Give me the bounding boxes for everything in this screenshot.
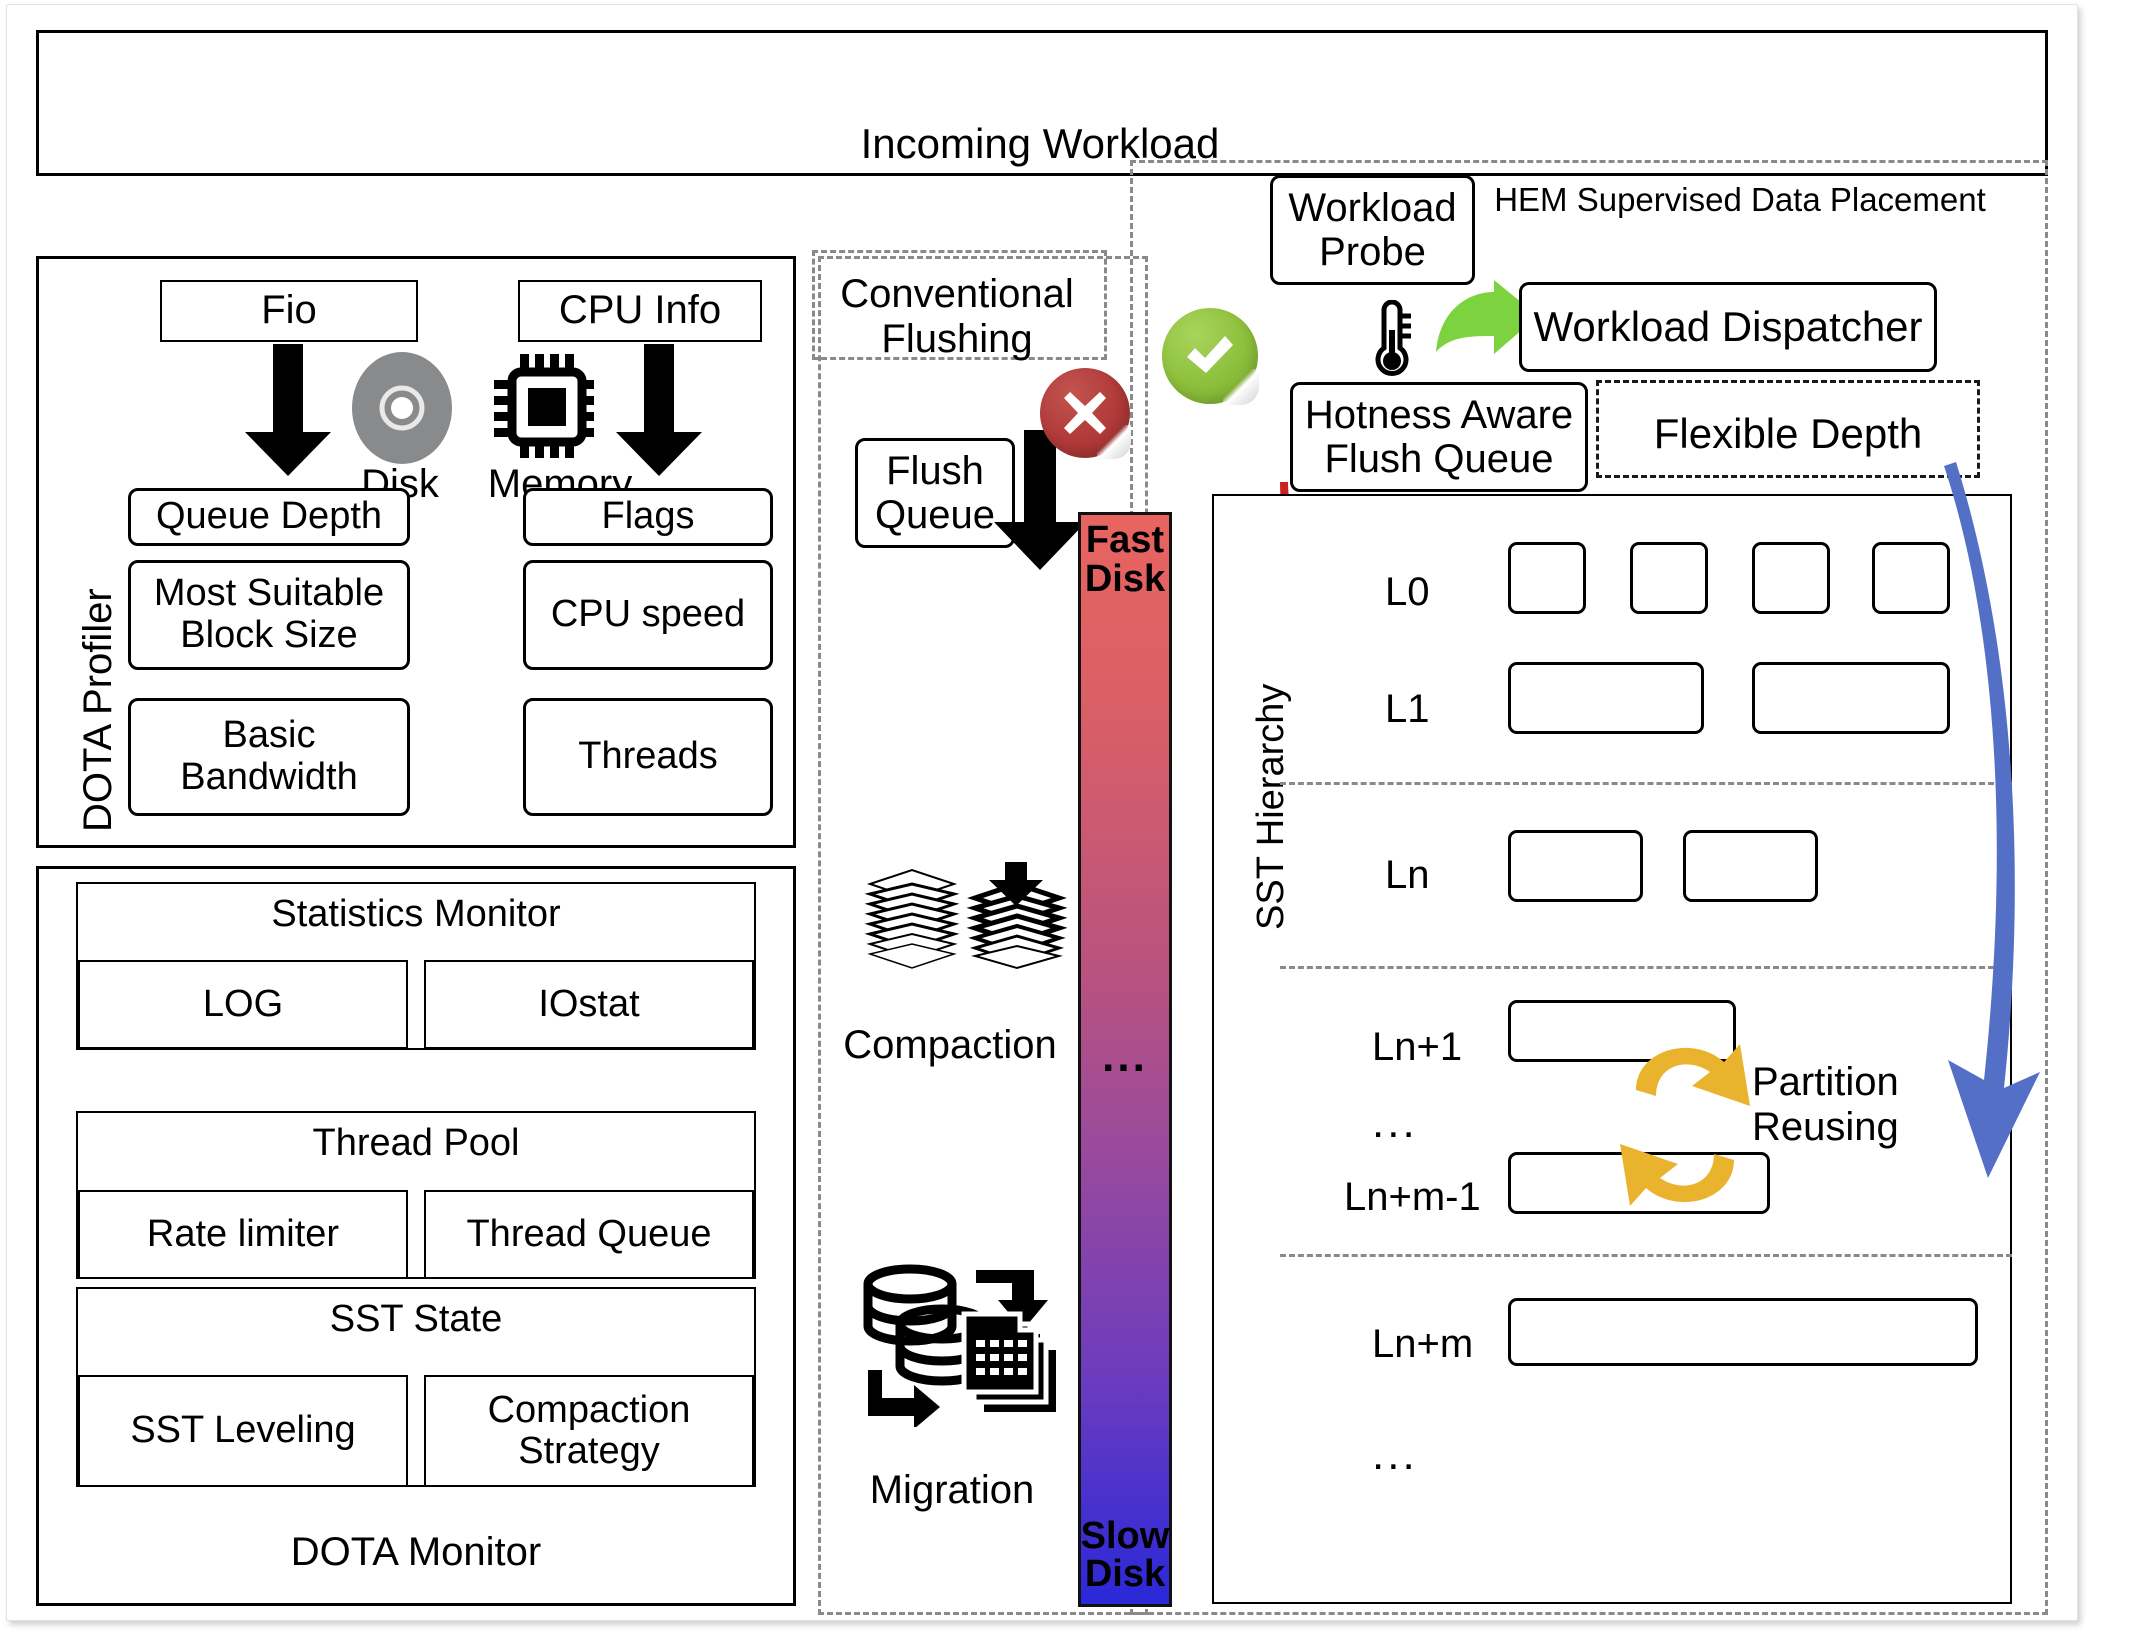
hem-region-label: HEM Supervised Data Placement xyxy=(1494,181,1986,218)
monitor-group-statistics-title: Statistics Monitor xyxy=(271,893,561,935)
profiler-arrow-left-icon xyxy=(245,344,331,476)
sst-cell-lnm-1 xyxy=(1508,1298,1978,1366)
monitor-item-log-label: LOG xyxy=(202,982,284,1025)
disk-bar-ellipsis: ... xyxy=(1102,1032,1148,1082)
database-transfer-icon xyxy=(863,1264,1056,1427)
monitor-item-compaction-strategy-label: Compaction Strategy xyxy=(487,1388,691,1472)
flexible-depth-label: Flexible Depth xyxy=(1653,410,1923,457)
sst-cell-l0-1 xyxy=(1508,542,1586,614)
monitor-item-compaction-strategy: Compaction Strategy xyxy=(424,1375,754,1487)
sst-cell-l0-3 xyxy=(1752,542,1830,614)
slow-disk-label: Slow Disk xyxy=(1080,1514,1170,1596)
diagram-canvas: Incoming Workload HEM Supervised Data Pl… xyxy=(0,0,2137,1639)
profiler-source-cpu-info: CPU Info xyxy=(518,280,762,342)
workload-probe-box: Workload Probe xyxy=(1270,175,1475,285)
profiler-output-bandwidth: Basic Bandwidth xyxy=(128,698,410,816)
sst-cell-l0-2 xyxy=(1630,542,1708,614)
monitor-item-sst-leveling-label: SST Leveling xyxy=(130,1409,356,1452)
monitor-item-rate-limiter-label: Rate limiter xyxy=(146,1212,340,1255)
workload-dispatcher-label: Workload Dispatcher xyxy=(1533,302,1923,350)
compaction-label: Compaction xyxy=(843,1023,1057,1067)
sst-level-label-ln: Ln xyxy=(1385,853,1430,897)
disk-platter-icon xyxy=(352,352,452,464)
monitor-item-rate-limiter: Rate limiter xyxy=(78,1190,408,1279)
memory-chip-icon xyxy=(494,354,594,458)
sticker-curl-red xyxy=(1096,424,1131,459)
sst-level-ellipsis-mid: ... xyxy=(1372,1098,1418,1147)
sst-hierarchy-label: SST Hierarchy xyxy=(1250,683,1292,930)
thermometer-icon xyxy=(1375,300,1411,376)
sst-cell-ln-2 xyxy=(1683,830,1818,902)
monitor-item-log: LOG xyxy=(78,960,408,1049)
sst-cell-l1-1 xyxy=(1508,662,1704,734)
sst-level-label-lnm1: Ln+m-1 xyxy=(1344,1175,1481,1219)
circle-x-sticker xyxy=(1040,368,1131,459)
sst-level-label-ln1: Ln+1 xyxy=(1372,1025,1463,1069)
monitor-group-sst-state-title: SST State xyxy=(329,1298,503,1340)
flush-queue-label: Flush Queue xyxy=(874,449,996,537)
profiler-output-cpu-speed: CPU speed xyxy=(523,560,773,670)
hotness-aware-flush-queue-label: Hotness Aware Flush Queue xyxy=(1304,393,1574,481)
recycle-arrows-icon xyxy=(1620,1044,1750,1206)
profiler-arrow-right-icon xyxy=(616,344,702,476)
profiler-output-bandwidth-label: Basic Bandwidth xyxy=(180,714,358,798)
flush-queue-box: Flush Queue xyxy=(855,438,1015,548)
profiler-source-cpu-info-label: CPU Info xyxy=(558,288,722,333)
monitor-item-thread-queue-label: Thread Queue xyxy=(466,1212,712,1255)
hotness-aware-flush-queue-box: Hotness Aware Flush Queue xyxy=(1290,382,1588,492)
dota-profiler-label: DOTA Profiler xyxy=(76,588,120,832)
dota-monitor-footer-label: DOTA Monitor xyxy=(290,1530,542,1574)
disk-speed-gradient-bar: Fast Disk ... Slow Disk xyxy=(1078,512,1172,1607)
curved-arrow-blue-icon xyxy=(1944,462,2040,1178)
stacked-layers-icon xyxy=(864,862,1067,970)
profiler-output-block-size-label: Most Suitable Block Size xyxy=(153,572,385,656)
profiler-output-cpu-speed-label: CPU speed xyxy=(550,593,746,636)
profiler-output-flags: Flags xyxy=(523,488,773,546)
sst-cell-ln-1 xyxy=(1508,830,1643,902)
sst-level-label-l1: L1 xyxy=(1385,687,1430,731)
migration-label: Migration xyxy=(869,1468,1035,1512)
profiler-output-queue-depth: Queue Depth xyxy=(128,488,410,546)
workload-probe-label: Workload Probe xyxy=(1288,186,1457,274)
sticker-curl-green xyxy=(1222,368,1259,405)
fast-disk-label: Fast Disk xyxy=(1084,519,1166,600)
monitor-item-sst-leveling: SST Leveling xyxy=(78,1375,408,1487)
workload-dispatcher-box: Workload Dispatcher xyxy=(1519,282,1937,372)
sst-level-label-l0: L0 xyxy=(1385,570,1430,614)
monitor-item-iostat: IOstat xyxy=(424,960,754,1049)
circle-check-sticker xyxy=(1162,308,1259,405)
monitor-item-iostat-label: IOstat xyxy=(538,982,640,1025)
profiler-output-threads: Threads xyxy=(523,698,773,816)
sst-level-ellipsis-bottom: ... xyxy=(1372,1430,1418,1479)
profiler-output-flags-label: Flags xyxy=(601,495,695,538)
profiler-source-fio-label: Fio xyxy=(261,288,317,333)
monitor-item-thread-queue: Thread Queue xyxy=(424,1190,754,1279)
profiler-output-block-size: Most Suitable Block Size xyxy=(128,560,410,670)
monitor-group-thread-pool-title: Thread Pool xyxy=(312,1122,520,1164)
profiler-output-threads-label: Threads xyxy=(578,735,718,778)
profiler-output-queue-depth-label: Queue Depth xyxy=(155,495,383,538)
profiler-source-fio: Fio xyxy=(160,280,418,342)
conventional-flushing-title: Conventional Flushing xyxy=(840,272,1074,361)
